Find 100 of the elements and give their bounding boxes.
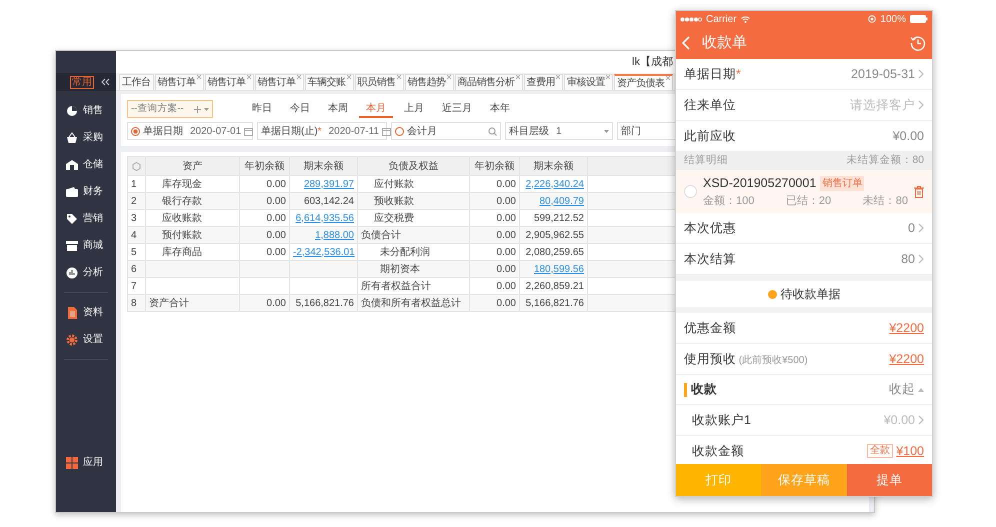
- pending-documents-button[interactable]: 待收款单据: [676, 281, 932, 308]
- close-icon[interactable]: [666, 76, 670, 80]
- sidebar-item[interactable]: 仓储: [56, 151, 116, 178]
- document-icon: [66, 306, 78, 318]
- collapse-toggle[interactable]: 收起: [889, 380, 924, 400]
- tab[interactable]: 车辆交账: [304, 74, 354, 90]
- close-icon[interactable]: [296, 75, 300, 79]
- search-icon: [488, 126, 497, 136]
- store-icon: [66, 240, 78, 252]
- tab[interactable]: 资产负债表: [614, 74, 672, 90]
- table-cell: 0.00: [470, 226, 520, 244]
- lock-rotation-icon: [868, 15, 876, 23]
- chevron-icon: [918, 223, 924, 234]
- sidebar-item[interactable]: 营销: [56, 205, 116, 232]
- select-field[interactable]: 科目层级 1: [505, 122, 613, 140]
- close-icon[interactable]: [196, 75, 200, 79]
- close-icon[interactable]: [346, 75, 350, 79]
- close-icon[interactable]: [556, 75, 560, 79]
- tab[interactable]: 销售订单: [204, 74, 254, 90]
- tab[interactable]: 审核设置: [564, 74, 613, 90]
- window-title: lk【成都: [632, 54, 673, 70]
- tab[interactable]: 销售订单: [154, 74, 204, 90]
- history-icon[interactable]: [910, 35, 926, 51]
- table-cell: 资产合计: [146, 294, 240, 312]
- date-range-link[interactable]: 本周: [321, 100, 355, 118]
- form-row[interactable]: 往来单位 请选择客户: [676, 90, 932, 121]
- sidebar-item[interactable]: 销售: [56, 97, 116, 124]
- date-range-link[interactable]: 本月: [359, 100, 393, 118]
- sidebar-item[interactable]: 财务: [56, 178, 116, 205]
- tab[interactable]: 查费用: [524, 74, 563, 90]
- form-row[interactable]: 本次优惠 0: [676, 213, 932, 244]
- date-range-link[interactable]: 昨日: [245, 100, 279, 118]
- row-number: 8: [128, 294, 146, 312]
- close-icon[interactable]: [396, 75, 400, 79]
- sidebar-item[interactable]: 采购: [56, 124, 116, 151]
- tag-icon: [66, 212, 78, 224]
- table-cell: 期初资本: [358, 260, 470, 278]
- column-header: 年初余额: [470, 156, 520, 176]
- table-cell: 负债合计: [358, 226, 470, 244]
- warehouse-icon: [66, 158, 78, 170]
- table-cell: 银行存款: [146, 192, 240, 210]
- collapse-icon[interactable]: [101, 78, 110, 86]
- pinned-tag[interactable]: 常用: [70, 76, 94, 88]
- caret-icon: [604, 130, 609, 132]
- settlement-item[interactable]: XSD-201905270001 销售订单 金额：100 已结：20 未结：80: [676, 170, 932, 214]
- radio-button[interactable]: [395, 126, 404, 136]
- sidebar-item[interactable]: 资料: [56, 299, 116, 326]
- table-cell: 0.00: [240, 226, 290, 244]
- settings-icon[interactable]: [132, 162, 141, 170]
- info-dot-icon: [768, 290, 776, 299]
- order-tag: 销售订单: [820, 176, 864, 191]
- column-header: 年初余额: [240, 156, 290, 176]
- tab[interactable]: 商品销售分析: [454, 74, 522, 90]
- wallet-icon: [66, 186, 78, 198]
- column-header: 资产: [146, 156, 240, 176]
- table-cell: 0.00: [470, 294, 520, 312]
- column-header: 期末余额: [290, 156, 358, 176]
- chart-icon: [66, 266, 78, 278]
- date-range-link[interactable]: 今日: [283, 100, 317, 118]
- table-cell: 2,905,962.55: [520, 226, 588, 244]
- row-number: 2: [128, 192, 146, 210]
- sidebar-item[interactable]: 商城: [56, 232, 116, 259]
- table-cell: 5,166,821.76: [290, 294, 358, 312]
- form-row[interactable]: 单据日期* 2019-05-31: [676, 59, 932, 90]
- close-icon[interactable]: [246, 75, 250, 79]
- sidebar-item[interactable]: 应用: [56, 449, 116, 476]
- table-cell: 负债和所有者权益总计: [358, 294, 470, 312]
- date-range-link[interactable]: 本年: [483, 100, 517, 118]
- tab[interactable]: 工作台: [119, 74, 154, 90]
- close-icon[interactable]: [516, 75, 520, 79]
- close-icon[interactable]: [446, 75, 450, 79]
- section-title: 收款: [691, 381, 717, 398]
- scheme-select[interactable]: --查询方案--: [127, 100, 213, 118]
- caret-icon: [204, 108, 209, 110]
- radio-button[interactable]: [131, 126, 140, 136]
- sidebar-item[interactable]: 分析: [56, 259, 116, 286]
- plus-icon: [194, 106, 201, 112]
- chevron-icon: [918, 100, 924, 110]
- order-code: XSD-201905270001: [703, 175, 816, 192]
- date-range-link[interactable]: 近三月: [435, 100, 479, 118]
- search-field[interactable]: 会计月: [391, 122, 501, 140]
- sidebar-item[interactable]: 设置: [56, 326, 116, 353]
- form-row[interactable]: 本次结算 80: [676, 244, 932, 276]
- form-row[interactable]: 收款金额 全款 ¥100: [676, 436, 932, 464]
- chevron-icon: [918, 254, 924, 264]
- table-cell: 0.00: [470, 192, 520, 210]
- pie-chart-icon: [66, 104, 78, 116]
- tab[interactable]: 销售趋势: [404, 74, 454, 90]
- close-icon[interactable]: [606, 75, 610, 79]
- date-field[interactable]: 单据日期 2020-07-01: [127, 122, 253, 140]
- tab[interactable]: 销售订单: [254, 74, 304, 90]
- back-icon[interactable]: [682, 36, 690, 50]
- table-cell: 预付账款: [146, 226, 240, 244]
- signal-icon: [680, 16, 702, 22]
- trash-icon[interactable]: [914, 186, 924, 198]
- table-cell: 5,166,821.76: [520, 294, 588, 312]
- tab[interactable]: 职员销售: [354, 74, 404, 90]
- form-row[interactable]: 收款账户1 ¥0.00: [676, 405, 932, 436]
- date-range-link[interactable]: 上月: [397, 100, 431, 118]
- screen-title: 收款单: [702, 32, 748, 53]
